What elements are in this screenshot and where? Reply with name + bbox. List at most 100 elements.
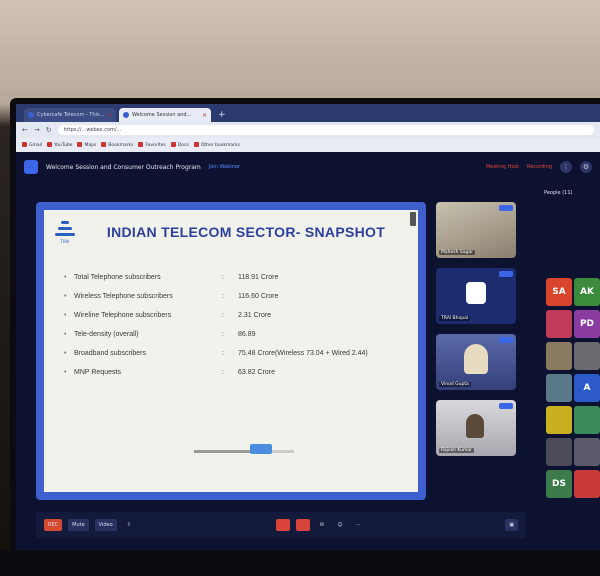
bookmarks-bar: Gmail YouTube Maps Bookmarks Favorites D… xyxy=(16,138,600,152)
pin-icon[interactable] xyxy=(499,271,513,277)
meeting-header: Welcome Session and Consumer Outreach Pr… xyxy=(16,152,600,182)
stat-row: • Wireless Telephone subscribers:116.60 C… xyxy=(64,287,424,306)
close-icon[interactable]: × xyxy=(202,112,207,119)
tab-favicon-icon xyxy=(28,112,34,118)
stat-label: Total Telephone subscribers xyxy=(74,274,161,281)
bookmark-item[interactable]: Favorites xyxy=(138,142,166,148)
more-options-icon[interactable]: ⋮ xyxy=(560,161,572,173)
close-icon[interactable]: × xyxy=(107,112,112,119)
participant-thumb[interactable]: AK xyxy=(574,278,600,306)
leave-button[interactable] xyxy=(275,519,290,531)
stat-label: Broadband subscribers xyxy=(74,350,146,357)
tab-favicon-icon xyxy=(123,112,129,118)
participant-thumb[interactable] xyxy=(546,406,572,434)
participant-thumb[interactable] xyxy=(574,406,600,434)
trai-logo: TRAI xyxy=(52,218,78,244)
avatar xyxy=(464,344,488,374)
stat-value: 86.89 xyxy=(238,331,256,338)
forward-icon[interactable]: → xyxy=(34,126,40,134)
pin-icon[interactable] xyxy=(499,205,513,211)
slide-title: INDIAN TELECOM SECTOR- SNAPSHOT xyxy=(106,224,386,240)
participant-thumb[interactable] xyxy=(546,310,572,338)
back-icon[interactable]: ← xyxy=(22,126,28,134)
stat-label: Wireline Telephone subscribers xyxy=(74,312,172,319)
bookmark-item[interactable]: Bookmarks xyxy=(101,142,133,148)
stat-label: MNP Requests xyxy=(74,369,121,376)
stat-row: • Wireline Telephone subscribers:2.31 Cro… xyxy=(64,306,424,325)
trai-avatar-icon xyxy=(466,282,486,304)
new-tab-icon[interactable]: + xyxy=(214,108,230,122)
participant-tile[interactable]: Vinod Gupta xyxy=(436,334,516,390)
more-icon[interactable]: ⋯ xyxy=(352,519,364,531)
stat-row: • MNP Requests:63.82 Crore xyxy=(64,363,424,382)
stat-label: Tele-density (overall) xyxy=(74,331,139,338)
slide-stats-list: • Total Telephone subscribers:118.91 Cror… xyxy=(64,268,424,382)
meeting-stage: People (11) TRAI INDIAN TELECOM SECTOR- … xyxy=(16,182,600,576)
share-icon[interactable]: ⇪ xyxy=(123,519,135,531)
participant-thumb[interactable]: SA xyxy=(546,278,572,306)
video-button[interactable]: Video xyxy=(94,519,117,531)
stat-row: • Tele-density (overall):86.89 xyxy=(64,325,424,344)
settings-icon[interactable]: ⚙ xyxy=(580,161,592,173)
stat-value: 63.82 Crore xyxy=(238,369,275,376)
slide-progress-bar[interactable] xyxy=(194,450,294,453)
stat-value: 2.31 Crore xyxy=(238,312,272,319)
participant-thumb[interactable] xyxy=(546,342,572,370)
stat-value: 118.91 Crore xyxy=(238,274,279,281)
stat-value: 116.60 Crore xyxy=(238,293,279,300)
recording-status: Recording xyxy=(526,164,552,170)
layout-button[interactable]: ▣ xyxy=(505,519,518,531)
tab-title: Cybercafe Telecom - This... xyxy=(37,112,104,118)
keyboard-edge xyxy=(0,550,600,576)
reload-icon[interactable]: ↻ xyxy=(46,126,52,134)
slide-menu-icon[interactable] xyxy=(410,212,416,226)
stat-label: Wireless Telephone subscribers xyxy=(74,293,173,300)
participants-icon[interactable]: ☺ xyxy=(334,519,346,531)
participant-thumb[interactable] xyxy=(574,438,600,466)
url-field[interactable]: https://...webex.com/... xyxy=(57,125,594,135)
participant-tile[interactable]: TRAI Bhopal xyxy=(436,268,516,324)
bookmark-item[interactable]: Docs xyxy=(170,142,189,148)
participant-name: Rajesh Kumar xyxy=(439,448,475,453)
bookmark-item[interactable]: YouTube xyxy=(47,142,72,148)
shared-slide: TRAI INDIAN TELECOM SECTOR- SNAPSHOT • To… xyxy=(36,202,426,500)
chat-icon[interactable]: ✉ xyxy=(316,519,328,531)
tab-title: Welcome Session and... xyxy=(132,112,192,118)
participant-thumb[interactable] xyxy=(574,470,600,498)
avatar xyxy=(466,414,484,438)
meeting-title: Welcome Session and Consumer Outreach Pr… xyxy=(46,163,201,171)
pin-icon[interactable] xyxy=(499,403,513,409)
participant-thumb[interactable] xyxy=(546,374,572,402)
bookmark-item[interactable]: Maps xyxy=(77,142,96,148)
participant-thumb[interactable] xyxy=(546,438,572,466)
address-bar: ← → ↻ https://...webex.com/... xyxy=(16,122,600,138)
mute-button[interactable]: Mute xyxy=(68,519,89,531)
participant-name: Mahesh Sagar xyxy=(439,250,475,255)
bookmark-item[interactable]: Other bookmarks xyxy=(193,142,240,148)
stat-row: • Broadband subscribers:75.48 Crore(Wirel… xyxy=(64,344,424,363)
pin-icon[interactable] xyxy=(499,337,513,343)
participant-thumb[interactable]: PD xyxy=(574,310,600,338)
slide-control-button[interactable] xyxy=(250,444,272,454)
participant-name: TRAI Bhopal xyxy=(439,316,471,321)
participant-thumb[interactable]: DS xyxy=(546,470,572,498)
browser-tab-active[interactable]: Welcome Session and... × xyxy=(119,108,211,122)
meeting-app-logo-icon xyxy=(24,160,38,174)
participant-thumb[interactable]: A xyxy=(574,374,600,402)
browser-tab[interactable]: Cybercafe Telecom - This... × xyxy=(24,108,116,122)
meeting-toolbar: REC Mute Video ⇪ ✉ ☺ ⋯ ▣ xyxy=(36,512,526,538)
stat-value: 75.48 Crore(Wireless 73.04 + Wired 2.44) xyxy=(238,350,368,357)
bookmark-item[interactable]: Gmail xyxy=(22,142,42,148)
participant-tile[interactable]: Mahesh Sagar xyxy=(436,202,516,258)
people-label[interactable]: People (11) xyxy=(544,190,600,202)
participant-tile[interactable]: Rajesh Kumar xyxy=(436,400,516,456)
stat-row: • Total Telephone subscribers:118.91 Cror… xyxy=(64,268,424,287)
host-status: Meeting Host xyxy=(485,164,519,170)
end-button[interactable] xyxy=(295,519,310,531)
participant-thumb[interactable] xyxy=(574,342,600,370)
browser-tab-strip: Cybercafe Telecom - This... × Welcome Se… xyxy=(16,104,600,122)
record-button[interactable]: REC xyxy=(44,519,63,531)
meeting-link[interactable]: Join Webinar xyxy=(209,164,240,170)
participant-name: Vinod Gupta xyxy=(439,382,471,387)
monitor-screen: Cybercafe Telecom - This... × Welcome Se… xyxy=(16,104,600,576)
